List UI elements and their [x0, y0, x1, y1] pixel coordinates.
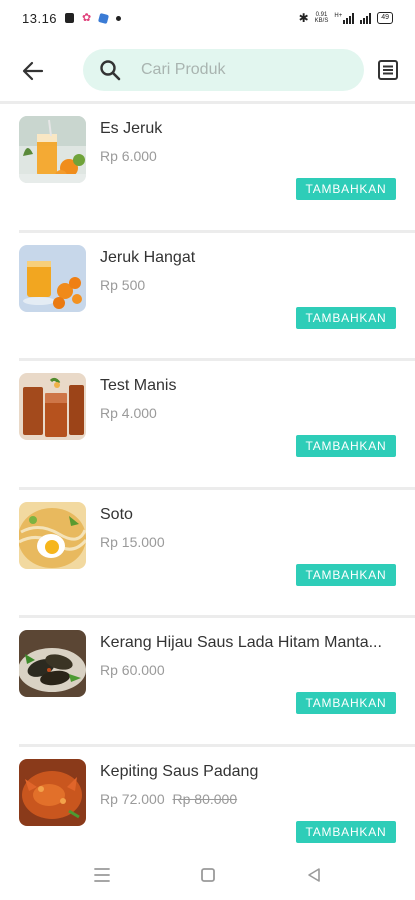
product-price: Rp 72.000 — [100, 790, 165, 807]
product-price: Rp 4.000 — [100, 405, 157, 421]
product-item[interactable]: Test Manis Rp 4.000 TAMBAHKAN — [0, 361, 415, 490]
add-to-cart-button[interactable]: TAMBAHKAN — [296, 563, 396, 586]
search-input[interactable] — [141, 61, 341, 79]
system-nav-bar — [0, 855, 415, 895]
product-item[interactable]: Soto Rp 15.000 TAMBAHKAN — [0, 490, 415, 618]
product-price: Rp 500 — [100, 276, 146, 293]
signal-icon-2 — [360, 12, 372, 24]
add-to-cart-button[interactable]: TAMBAHKAN — [296, 306, 396, 329]
product-price: Rp 6.000 — [100, 148, 157, 164]
network-speed: 0.91 KB/S — [315, 12, 329, 24]
status-left: 13.16 ✿ — [22, 10, 122, 26]
flower-app-icon: ✿ — [82, 12, 92, 24]
home-button[interactable] — [196, 863, 220, 887]
add-to-cart-button[interactable]: TAMBAHKAN — [296, 692, 396, 714]
product-item[interactable]: Es Jeruk Rp 6.000 TAMBAHKAN — [0, 104, 415, 233]
add-to-cart-button[interactable]: TAMBAHKAN — [296, 178, 396, 200]
shopping-bag-icon — [65, 13, 75, 23]
status-time: 13.16 — [22, 10, 58, 26]
product-item[interactable]: Jeruk Hangat Rp 500 TAMBAHKAN — [0, 233, 415, 361]
back-button[interactable] — [18, 56, 48, 86]
product-name: Jeruk Hangat — [100, 248, 196, 266]
product-image-soto — [19, 501, 86, 569]
product-image-warm-orange — [19, 244, 86, 312]
product-image-orange-juice — [19, 116, 86, 183]
product-name: Test Manis — [100, 377, 177, 394]
more-notifications-icon — [116, 15, 122, 21]
product-name: Soto — [100, 505, 133, 523]
product-item[interactable]: Kerang Hijau Saus Lada Hitam Manta... Rp… — [0, 618, 415, 747]
product-image-mussels — [19, 630, 86, 697]
recent-apps-icon — [93, 868, 110, 882]
product-price: Rp 60.000 — [100, 662, 165, 678]
battery-icon: 49 — [377, 12, 393, 24]
app-header — [0, 46, 415, 96]
search-icon — [99, 59, 121, 81]
add-to-cart-button[interactable]: TAMBAHKAN — [296, 820, 396, 843]
recent-apps-button[interactable] — [90, 863, 114, 887]
menu-list-icon — [378, 60, 398, 80]
search-bar[interactable] — [83, 49, 364, 91]
nav-back-icon — [307, 868, 320, 882]
product-price-row: Rp 60.000 — [100, 662, 165, 678]
product-image-crab — [19, 758, 86, 826]
product-price-row: Rp 4.000 — [100, 405, 157, 421]
bluetooth-icon: ✱ — [298, 11, 309, 25]
product-price-row: Rp 15.000 — [100, 534, 165, 550]
product-list: Es Jeruk Rp 6.000 TAMBAHKAN Jeruk Hangat… — [0, 104, 415, 875]
product-price-row: Rp 500 — [100, 277, 145, 293]
product-price: Rp 15.000 — [100, 533, 165, 550]
app-notification-icon — [98, 12, 110, 24]
add-to-cart-button[interactable]: TAMBAHKAN — [296, 435, 396, 457]
home-icon — [200, 868, 215, 882]
product-name: Kerang Hijau Saus Lada Hitam Manta... — [100, 634, 382, 651]
product-name: Kepiting Saus Padang — [100, 762, 259, 780]
product-old-price: Rp 80.000 — [172, 790, 238, 807]
back-arrow-icon — [22, 61, 44, 81]
battery-level: 49 — [381, 14, 389, 21]
nav-back-button[interactable] — [302, 863, 326, 887]
network-speed-unit: KB/S — [314, 18, 329, 24]
product-image-sweet-tea — [19, 373, 86, 440]
product-name: Es Jeruk — [100, 120, 163, 137]
product-price-row: Rp 6.000 — [100, 148, 157, 164]
network-type-label: H+ — [334, 12, 343, 19]
status-right: ✱ 0.91 KB/S H+ 49 — [299, 11, 393, 25]
menu-button[interactable] — [376, 58, 400, 82]
status-bar: 13.16 ✿ ✱ 0.91 KB/S H+ 49 — [0, 0, 415, 36]
product-price-row: Rp 72.000 Rp 80.000 — [100, 791, 237, 807]
signal-icon: H+ — [334, 12, 355, 24]
